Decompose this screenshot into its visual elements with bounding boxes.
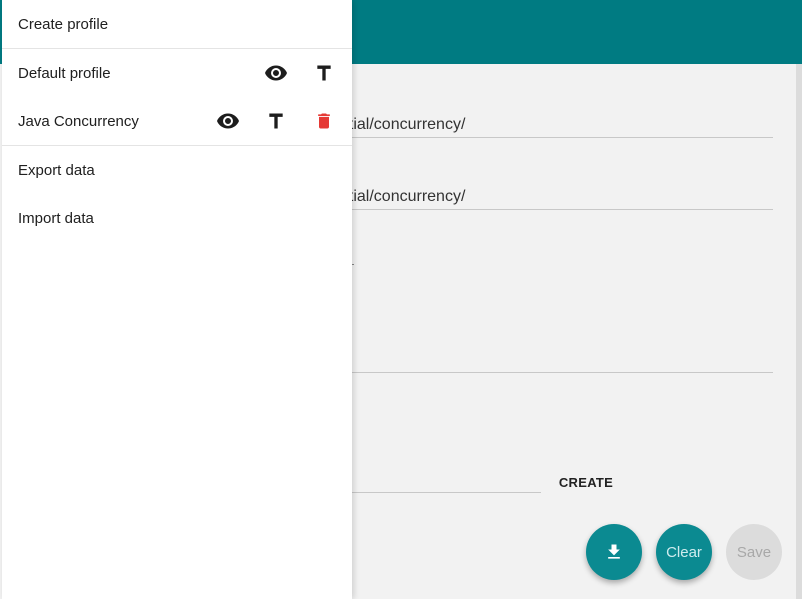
eye-icon (217, 113, 239, 129)
rename-profile-button[interactable] (300, 49, 348, 97)
scrollbar[interactable] (796, 64, 802, 599)
delete-icon (318, 113, 330, 129)
profile-item-java-concurrency[interactable]: Java Concurrency (2, 97, 352, 145)
delete-profile-button[interactable] (300, 97, 348, 145)
export-data-label: Export data (18, 161, 95, 179)
create-button[interactable]: CREATE (546, 470, 626, 494)
text-format-icon (317, 65, 331, 81)
profile-label: Default profile (18, 64, 111, 82)
profile-item-default[interactable]: Default profile (2, 49, 352, 97)
view-profile-button[interactable] (252, 49, 300, 97)
import-data-label: Import data (18, 209, 94, 227)
url-field-1-value[interactable]: ntial/concurrency/ (340, 116, 465, 134)
create-profile-item[interactable]: Create profile (2, 0, 352, 48)
download-icon (608, 544, 620, 559)
name-field-underline[interactable] (340, 492, 541, 493)
url-field-2-value[interactable]: ntial/concurrency/ (340, 188, 465, 206)
download-button[interactable] (586, 524, 642, 580)
profile-label: Java Concurrency (18, 112, 139, 130)
create-profile-label: Create profile (18, 15, 109, 33)
url-field-2-underline (340, 209, 773, 210)
text-area-underline (340, 372, 773, 373)
url-field-1-underline (340, 137, 773, 138)
export-data-item[interactable]: Export data (2, 146, 352, 194)
navigation-drawer: Create profile Default profile Java Conc… (2, 0, 352, 599)
view-profile-button[interactable] (204, 97, 252, 145)
text-format-icon (269, 113, 283, 129)
import-data-item[interactable]: Import data (2, 194, 352, 242)
save-button[interactable]: Save (726, 524, 782, 580)
eye-icon (265, 65, 287, 81)
rename-profile-button[interactable] (252, 97, 300, 145)
clear-button[interactable]: Clear (656, 524, 712, 580)
